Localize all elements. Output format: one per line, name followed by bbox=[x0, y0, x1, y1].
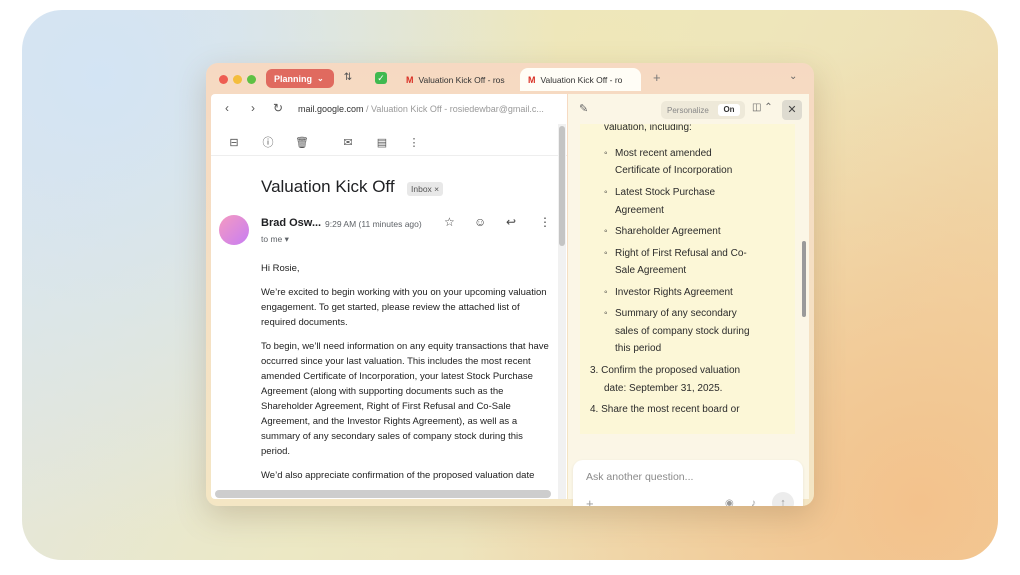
email-paragraph: To begin, we’ll need information on any … bbox=[261, 341, 549, 457]
gmail-icon: M bbox=[528, 74, 536, 85]
report-spam-icon[interactable]: ⓘ bbox=[261, 136, 275, 150]
tab-valuation-1[interactable]: M Valuation Kick Off - ros bbox=[398, 68, 516, 91]
email-paragraph: Hi Rosie, bbox=[261, 263, 300, 274]
more-icon[interactable]: ⋮ bbox=[539, 215, 551, 229]
space-selector[interactable]: Planning ⌄ bbox=[266, 69, 334, 88]
minimize-window-button[interactable] bbox=[233, 75, 242, 84]
ask-input-placeholder[interactable]: Ask another question... bbox=[586, 471, 693, 483]
gmail-icon: M bbox=[406, 74, 414, 85]
send-button[interactable]: ↑ bbox=[772, 492, 794, 506]
back-icon[interactable]: ‹ bbox=[225, 101, 229, 115]
tab-valuation-2-active[interactable]: M Valuation Kick Off - ro bbox=[520, 68, 641, 91]
response-line: Right of First Refusal and Co- bbox=[615, 248, 747, 259]
pinned-tab-icon[interactable]: ✓ bbox=[375, 72, 387, 84]
response-line: Investor Rights Agreement bbox=[615, 287, 733, 298]
scrollbar-thumb[interactable] bbox=[559, 126, 565, 246]
address-bar[interactable]: ‹ › ↻ mail.google.com / Valuation Kick O… bbox=[211, 94, 567, 124]
response-line: sales of company stock during bbox=[615, 326, 750, 337]
move-to-icon[interactable]: ▤ bbox=[375, 136, 389, 150]
archive-icon[interactable]: ⊟ bbox=[227, 136, 241, 150]
reload-icon[interactable]: ↻ bbox=[273, 101, 283, 115]
assistant-scrollbar[interactable] bbox=[802, 241, 806, 317]
email-paragraph: We’re excited to begin working with you … bbox=[261, 287, 547, 328]
email-toolbar: ⊟ ⓘ 🗑 ✉ ▤ ⋮ bbox=[211, 132, 567, 156]
microphone-icon[interactable]: ♪ bbox=[751, 498, 756, 506]
chevron-down-icon: ⌄ bbox=[317, 74, 324, 83]
email-body: Hi Rosie, We’re excited to begin working… bbox=[261, 261, 554, 492]
response-line: Sale Agreement bbox=[615, 265, 687, 276]
avatar[interactable] bbox=[219, 215, 249, 245]
tab-list-chevron-icon[interactable]: ⌄ bbox=[789, 71, 797, 82]
browser-window: Planning ⌄ ⇅ ✓ M Valuation Kick Off - ro… bbox=[206, 63, 814, 506]
new-tab-icon[interactable]: + bbox=[653, 70, 661, 85]
bullet-icon: ◦ bbox=[604, 148, 608, 159]
maximize-window-button[interactable] bbox=[247, 75, 256, 84]
bullet-icon: ◦ bbox=[604, 187, 608, 198]
emoji-react-icon[interactable]: ☺ bbox=[474, 215, 486, 229]
bullet-icon: ◦ bbox=[604, 287, 608, 298]
tab-label: Valuation Kick Off - ro bbox=[540, 74, 623, 85]
response-line: valuation, including: bbox=[604, 124, 692, 133]
assistant-panel: ✎ Personalize On ◫ ⌃ ✕ valuation, includ… bbox=[568, 94, 809, 506]
response-line: Summary of any secondary bbox=[615, 308, 737, 319]
ask-input-box[interactable]: Ask another question... + ◉ ♪ ↑ bbox=[573, 460, 803, 506]
email-subject: Valuation Kick Off bbox=[261, 177, 395, 196]
recipient-details[interactable]: to me ▾ bbox=[261, 234, 289, 245]
title-bar: Planning ⌄ ⇅ ✓ M Valuation Kick Off - ro… bbox=[206, 63, 814, 93]
url-text[interactable]: mail.google.com / Valuation Kick Off - r… bbox=[298, 104, 544, 114]
horizontal-scrollbar[interactable] bbox=[215, 490, 551, 498]
email-pane: ‹ › ↻ mail.google.com / Valuation Kick O… bbox=[211, 94, 567, 499]
mark-unread-icon[interactable]: ✉ bbox=[341, 136, 355, 150]
response-line: Most recent amended bbox=[615, 148, 712, 159]
response-line: Agreement bbox=[615, 205, 664, 216]
inbox-label-badge[interactable]: Inbox × bbox=[407, 182, 444, 196]
response-line: this period bbox=[615, 343, 662, 354]
add-attachment-icon[interactable]: + bbox=[586, 496, 594, 506]
assistant-response: valuation, including: ◦ Most recent amen… bbox=[580, 124, 795, 434]
more-options-icon[interactable]: ⋮ bbox=[407, 136, 421, 150]
personalize-label: Personalize bbox=[667, 105, 709, 115]
extensions-icon[interactable]: ⇅ bbox=[342, 72, 354, 84]
reply-icon[interactable]: ↩ bbox=[506, 215, 516, 229]
tab-label: Valuation Kick Off - ros bbox=[418, 74, 505, 85]
response-line: date: September 31, 2025. bbox=[604, 383, 723, 394]
bullet-icon: ◦ bbox=[604, 248, 608, 259]
bullet-icon: ◦ bbox=[604, 226, 608, 237]
new-chat-icon[interactable]: ✎ bbox=[579, 102, 588, 115]
delete-icon[interactable]: 🗑 bbox=[295, 136, 309, 150]
response-line: Certificate of Incorporation bbox=[615, 165, 733, 176]
email-paragraph: We’d also appreciate confirmation of the… bbox=[261, 470, 535, 481]
bullet-icon: ◦ bbox=[604, 308, 608, 319]
personalize-state: On bbox=[718, 104, 740, 116]
personalize-toggle[interactable]: Personalize On bbox=[661, 101, 745, 119]
response-line: 4. Share the most recent board or bbox=[590, 404, 740, 415]
sender-name[interactable]: Brad Osw... bbox=[261, 217, 321, 229]
star-icon[interactable]: ☆ bbox=[444, 215, 455, 229]
response-line: 3. Confirm the proposed valuation bbox=[590, 365, 741, 376]
space-label: Planning bbox=[274, 73, 312, 84]
email-timestamp: 9:29 AM (11 minutes ago) bbox=[325, 219, 422, 229]
forward-icon[interactable]: › bbox=[251, 101, 255, 115]
response-line: Shareholder Agreement bbox=[615, 226, 721, 237]
close-window-button[interactable] bbox=[219, 75, 228, 84]
assistant-header: ✎ Personalize On ◫ ⌃ ✕ bbox=[568, 94, 809, 124]
camera-icon[interactable]: ◉ bbox=[725, 498, 734, 506]
response-line: Latest Stock Purchase bbox=[615, 187, 716, 198]
close-panel-button[interactable]: ✕ bbox=[782, 100, 802, 120]
layout-toggle-icon[interactable]: ◫ ⌃ bbox=[752, 102, 773, 113]
